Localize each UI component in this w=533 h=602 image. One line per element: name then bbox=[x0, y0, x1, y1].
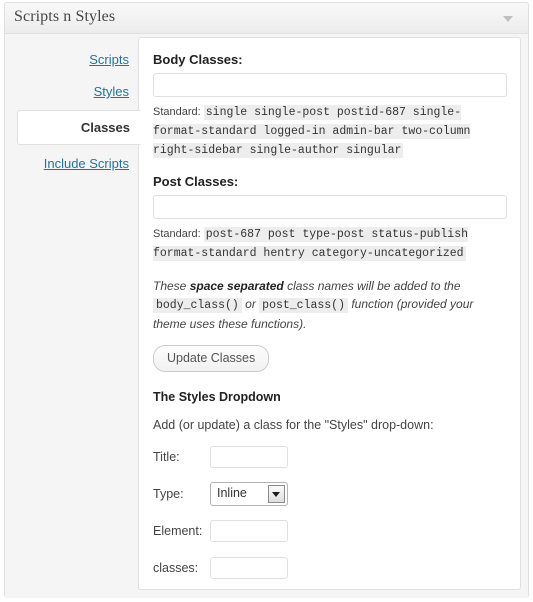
scripts-n-styles-postbox: Scripts n Styles Scripts Styles Classes … bbox=[4, 2, 529, 598]
element-row: Element: bbox=[153, 519, 506, 543]
note-part-2: class names will be added to the bbox=[283, 279, 461, 293]
body-classes-standard: Standard: single single-post postid-687 … bbox=[153, 103, 506, 160]
sidebar-nav: Scripts Styles Classes Include Scripts bbox=[5, 34, 141, 182]
note-bold: space separated bbox=[189, 279, 284, 293]
styles-dropdown-subtext: Add (or update) a class for the "Styles"… bbox=[153, 418, 434, 432]
sidebar-item-scripts[interactable]: Scripts bbox=[5, 46, 139, 73]
title-label: Title: bbox=[153, 450, 180, 464]
title-row: Title: bbox=[153, 445, 506, 469]
body-classes-input[interactable] bbox=[153, 73, 507, 97]
note-part-1: These bbox=[153, 279, 190, 293]
type-label: Type: bbox=[153, 487, 184, 501]
note-part-3: or bbox=[241, 297, 260, 311]
post-classes-standard: Standard: post-687 post type-post status… bbox=[153, 225, 506, 263]
classes-help-note: These space separated class names will b… bbox=[153, 277, 503, 333]
element-input[interactable] bbox=[210, 520, 288, 542]
classes-label: classes: bbox=[153, 561, 199, 575]
type-row: Type: Inline bbox=[153, 482, 506, 506]
element-label: Element: bbox=[153, 524, 203, 538]
sidebar-item-styles[interactable]: Styles bbox=[5, 78, 139, 105]
classes-panel: Body Classes: Standard: single single-po… bbox=[138, 37, 521, 590]
title-input[interactable] bbox=[210, 446, 288, 468]
sidebar-item-include-scripts[interactable]: Include Scripts bbox=[5, 150, 139, 177]
note-code-post-class: post_class() bbox=[259, 298, 348, 313]
post-classes-standard-value: post-687 post type-post status-publish f… bbox=[153, 227, 469, 261]
post-classes-standard-label: Standard: bbox=[153, 228, 201, 240]
body-classes-standard-label: Standard: bbox=[153, 106, 201, 118]
type-select[interactable]: Inline bbox=[210, 482, 288, 506]
post-classes-input[interactable] bbox=[153, 195, 507, 219]
postbox-inside: Scripts Styles Classes Include Scripts B… bbox=[5, 34, 528, 598]
classes-row: classes: bbox=[153, 556, 506, 580]
add-class-button[interactable]: Add Class bbox=[153, 589, 238, 590]
type-select-value: Inline bbox=[217, 486, 247, 500]
chevron-down-glyph bbox=[503, 16, 513, 22]
chevron-down-icon-select[interactable] bbox=[268, 485, 285, 503]
select-arrow-glyph bbox=[272, 492, 280, 497]
postbox-header[interactable]: Scripts n Styles bbox=[5, 3, 528, 34]
post-classes-label: Post Classes: bbox=[153, 174, 239, 189]
sidebar-item-classes[interactable]: Classes bbox=[17, 110, 141, 145]
body-classes-standard-value: single single-post postid-687 single-for… bbox=[153, 105, 471, 158]
body-classes-label: Body Classes: bbox=[153, 52, 243, 67]
classes-input[interactable] bbox=[210, 557, 288, 579]
update-classes-button[interactable]: Update Classes bbox=[153, 345, 270, 372]
chevron-down-icon[interactable] bbox=[495, 3, 521, 33]
page-title: Scripts n Styles bbox=[14, 8, 116, 25]
styles-dropdown-heading: The Styles Dropdown bbox=[153, 390, 281, 404]
note-code-body-class: body_class() bbox=[153, 298, 242, 313]
